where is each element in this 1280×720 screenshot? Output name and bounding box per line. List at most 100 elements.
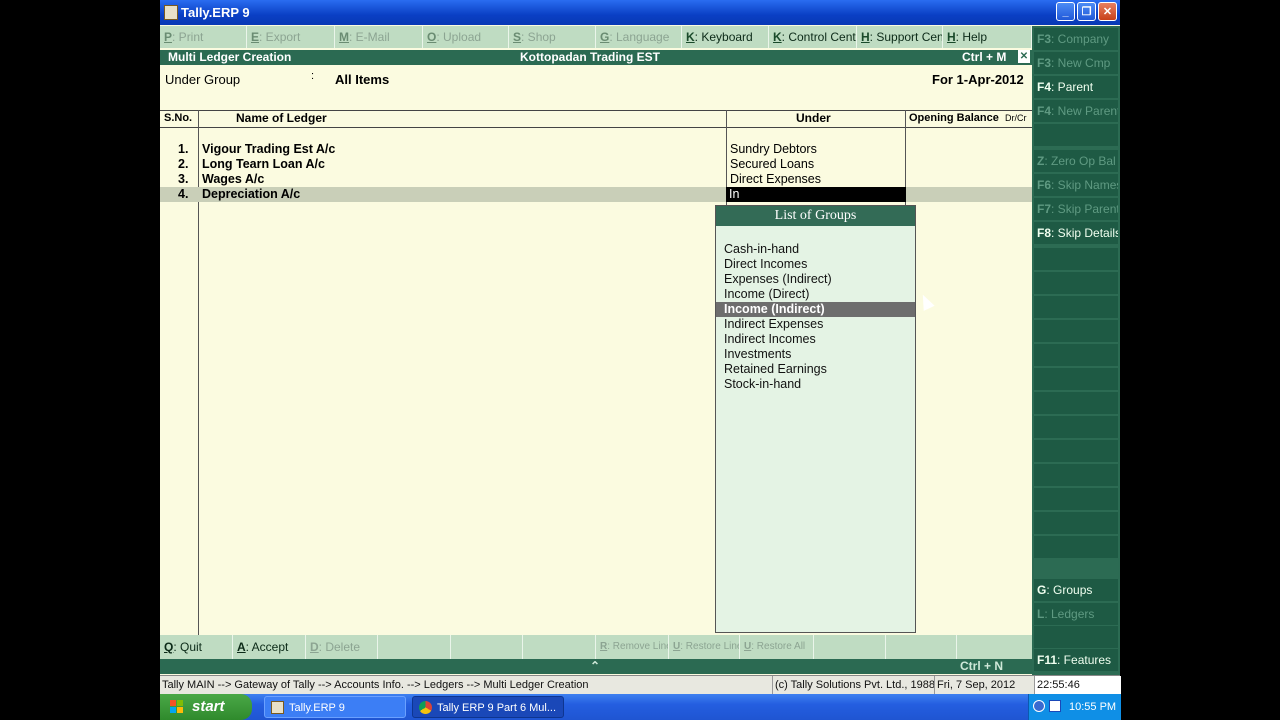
table-row[interactable]: 2. Long Tearn Loan A/c Secured Loans bbox=[160, 157, 1032, 172]
side-button-blank[interactable] bbox=[1034, 124, 1118, 146]
divider bbox=[198, 127, 199, 635]
footer-button-blank bbox=[451, 635, 523, 659]
row-ledger-name: Vigour Trading Est A/c bbox=[202, 142, 336, 156]
side-label: : Skip Names bbox=[1051, 178, 1118, 192]
toolbar-button-email[interactable]: M: E-Mail bbox=[335, 26, 423, 48]
toolbar-button-print[interactable]: P: Print bbox=[160, 26, 247, 48]
col-name: Name of Ledger bbox=[236, 111, 327, 125]
bottom-shortcut-bar: ⌃ Ctrl + N bbox=[160, 659, 1032, 674]
footer-button-delete[interactable]: D: Delete bbox=[306, 635, 378, 659]
table-row[interactable]: 4. Depreciation A/c In bbox=[160, 187, 1032, 202]
footer-button-restoreline[interactable]: U: Restore Line bbox=[669, 635, 740, 659]
status-date: Fri, 7 Sep, 2012 bbox=[934, 676, 1033, 694]
group-option[interactable]: Investments bbox=[716, 347, 915, 362]
toolbar-button-help[interactable]: H: Help bbox=[943, 26, 1032, 48]
footer-button-blank bbox=[886, 635, 957, 659]
toolbar-label: : E-Mail bbox=[349, 30, 390, 44]
side-key: F11 bbox=[1037, 653, 1058, 667]
side-button-blank bbox=[1034, 464, 1118, 486]
table-row[interactable]: 1. Vigour Trading Est A/c Sundry Debtors bbox=[160, 142, 1032, 157]
side-key: G bbox=[1037, 583, 1047, 597]
copyright: (c) Tally Solutions Pvt. Ltd., 1988-201 bbox=[772, 676, 935, 694]
task-video[interactable]: Tally ERP 9 Part 6 Mul... bbox=[412, 696, 564, 718]
side-button-ledgers[interactable]: L: Ledgers bbox=[1034, 603, 1118, 625]
row-sno: 3. bbox=[178, 172, 189, 186]
under-group-value[interactable]: All Items bbox=[335, 72, 389, 87]
group-option[interactable]: Indirect Incomes bbox=[716, 332, 915, 347]
side-button-skipdetails[interactable]: F8: Skip Details bbox=[1034, 222, 1118, 244]
footer-label: : Delete bbox=[318, 640, 361, 654]
chrome-icon bbox=[419, 701, 432, 714]
footer-button-quit[interactable]: Q: Quit bbox=[160, 635, 233, 659]
side-button-parent[interactable]: F4: Parent bbox=[1034, 76, 1118, 98]
toolbar-button-controlcentre[interactable]: K: Control Centre bbox=[769, 26, 857, 48]
toolbar-key: P bbox=[164, 30, 173, 44]
task-tally[interactable]: Tally.ERP 9 bbox=[264, 696, 406, 718]
group-option[interactable]: Expenses (Indirect) bbox=[716, 272, 915, 287]
toolbar-label: : Print bbox=[172, 30, 204, 44]
minimize-button[interactable]: _ bbox=[1056, 2, 1075, 21]
tally-app-icon bbox=[164, 5, 178, 20]
toolbar-label: : Help bbox=[955, 30, 988, 44]
side-button-skipnames[interactable]: F6: Skip Names bbox=[1034, 174, 1118, 196]
side-button-groups[interactable]: G: Groups bbox=[1034, 579, 1118, 601]
footer-button-restoreall[interactable]: U: Restore All bbox=[740, 635, 814, 659]
side-button-blank bbox=[1034, 368, 1118, 390]
footer-button-removeline[interactable]: R: Remove Line bbox=[596, 635, 669, 659]
footer-label: : Accept bbox=[245, 640, 289, 654]
tray-network-icon[interactable] bbox=[1049, 700, 1061, 712]
group-option[interactable]: Retained Earnings bbox=[716, 362, 915, 377]
group-list: Cash-in-hand Direct Incomes Expenses (Indi… bbox=[716, 242, 915, 392]
side-label: : New Cmp bbox=[1051, 56, 1111, 70]
side-button-features[interactable]: F11: Features bbox=[1034, 649, 1118, 671]
taskbar: start Tally.ERP 9 Tally ERP 9 Part 6 Mul… bbox=[160, 694, 1121, 720]
side-button-blank bbox=[1034, 272, 1118, 294]
group-option[interactable]: Stock-in-hand bbox=[716, 377, 915, 392]
side-button-newcmp[interactable]: F3: New Cmp bbox=[1034, 52, 1118, 74]
toolbar-button-upload[interactable]: O: Upload bbox=[423, 26, 509, 48]
title-bar[interactable]: Tally.ERP 9 _ ❐ ✕ bbox=[160, 0, 1120, 25]
group-option[interactable]: Cash-in-hand bbox=[716, 242, 915, 257]
footer-key: A bbox=[237, 640, 246, 654]
group-option[interactable]: Indirect Expenses bbox=[716, 317, 915, 332]
toolbar-button-shop[interactable]: S: Shop bbox=[509, 26, 596, 48]
side-button-blank bbox=[1034, 440, 1118, 462]
close-window-button[interactable]: ✕ bbox=[1098, 2, 1117, 21]
tray-back-icon[interactable] bbox=[1033, 700, 1045, 712]
toolbar-label: : Export bbox=[259, 30, 301, 44]
status-bar: Tally MAIN --> Gateway of Tally --> Acco… bbox=[160, 675, 1121, 694]
side-button-blank bbox=[1034, 416, 1118, 438]
toolbar-label: : Keyboard bbox=[694, 30, 753, 44]
side-label: : Company bbox=[1051, 32, 1110, 46]
side-button-newparent[interactable]: F4: New Parent bbox=[1034, 100, 1118, 122]
scroll-up-icon[interactable]: ⌃ bbox=[590, 659, 600, 674]
side-button-zeroopbal[interactable]: Z: Zero Op Bal bbox=[1034, 150, 1118, 172]
row-under: In bbox=[726, 187, 906, 202]
screen-close-icon[interactable]: ✕ bbox=[1018, 50, 1030, 63]
task-video-label: Tally ERP 9 Part 6 Mul... bbox=[437, 702, 557, 714]
row-ledger-name: Wages A/c bbox=[202, 172, 265, 186]
group-option[interactable]: Direct Incomes bbox=[716, 257, 915, 272]
row-sno: 1. bbox=[178, 142, 189, 156]
restore-button[interactable]: ❐ bbox=[1077, 2, 1096, 21]
col-under: Under bbox=[796, 111, 831, 125]
toolbar-button-keyboard[interactable]: K: Keyboard bbox=[682, 26, 769, 48]
under-group-label: Under Group bbox=[165, 72, 241, 87]
toolbar-button-export[interactable]: E: Export bbox=[247, 26, 335, 48]
footer-button-blank bbox=[814, 635, 886, 659]
group-option[interactable]: Income (Indirect) bbox=[716, 302, 915, 317]
side-button-blank bbox=[1034, 296, 1118, 318]
toolbar-key: H bbox=[861, 30, 870, 44]
toolbar-label: : Control Centre bbox=[781, 30, 856, 44]
row-sno: 2. bbox=[178, 157, 189, 171]
toolbar-button-language[interactable]: G: Language bbox=[596, 26, 682, 48]
side-button-company[interactable]: F3: Company bbox=[1034, 28, 1118, 50]
row-sno: 4. bbox=[178, 187, 189, 201]
start-button[interactable]: start bbox=[160, 694, 252, 720]
group-option[interactable]: Income (Direct) bbox=[716, 287, 915, 302]
table-row[interactable]: 3. Wages A/c Direct Expenses bbox=[160, 172, 1032, 187]
footer-button-accept[interactable]: A: Accept bbox=[233, 635, 306, 659]
toolbar-button-supportcentre[interactable]: H: Support Centre bbox=[857, 26, 943, 48]
side-button-skipparent[interactable]: F7: Skip Parent bbox=[1034, 198, 1118, 220]
screen-title: Multi Ledger Creation bbox=[168, 50, 292, 64]
